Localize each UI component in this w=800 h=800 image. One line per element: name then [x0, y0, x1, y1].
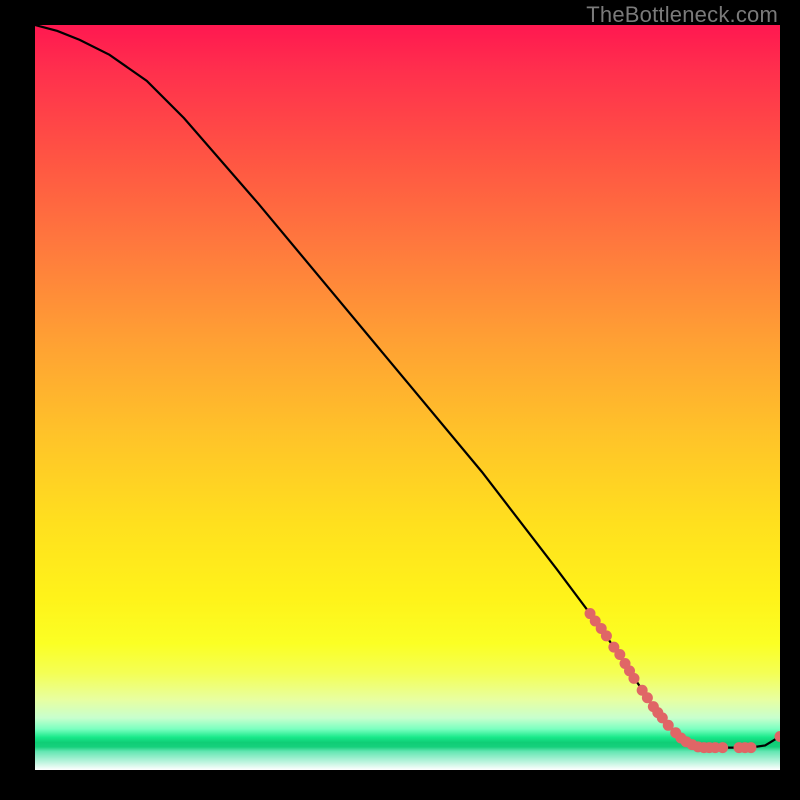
chart-svg — [35, 25, 780, 770]
data-point — [745, 742, 756, 753]
data-point — [642, 692, 653, 703]
data-point — [628, 673, 639, 684]
chart-root: TheBottleneck.com — [0, 0, 800, 800]
scatter-points — [585, 608, 780, 753]
main-curve — [35, 25, 780, 748]
data-point — [601, 630, 612, 641]
plot-area — [35, 25, 780, 770]
data-point — [717, 742, 728, 753]
